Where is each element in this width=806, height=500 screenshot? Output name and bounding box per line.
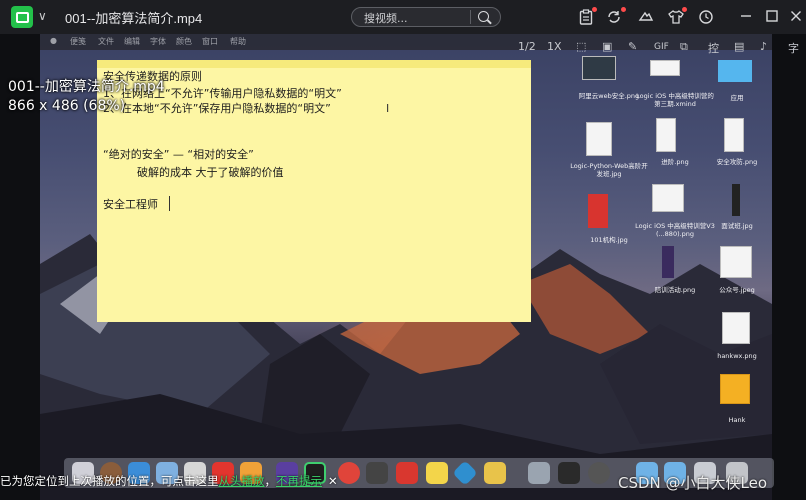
dock-app-icon[interactable]	[366, 462, 388, 484]
menu-color: 颜色	[176, 37, 192, 46]
watermark: CSDN @小白大侠Leo	[618, 474, 768, 492]
search-icon[interactable]	[478, 11, 489, 22]
close-icon[interactable]	[788, 9, 804, 25]
search-input[interactable]: 搜视频...	[364, 10, 408, 26]
dock-terminal-icon[interactable]	[558, 462, 580, 484]
clock-icon[interactable]	[698, 9, 714, 25]
clipboard-icon[interactable]	[578, 9, 594, 25]
window-title: 001--加密算法简介.mp4	[65, 11, 203, 26]
dont-remind-link[interactable]: 不再提示	[276, 474, 322, 488]
note-line: 安全工程师	[103, 198, 158, 211]
ibeam-cursor-icon: I	[386, 102, 390, 115]
note-line: 2、在本地“不允许”保存用户隐私数据的“明文”	[103, 102, 331, 115]
copy-icon[interactable]: ⧉	[680, 40, 688, 54]
subtitle-button[interactable]: 字	[788, 40, 799, 56]
speed-button[interactable]: 1X	[547, 40, 562, 53]
resume-text: 已为您定位到上次播放的位置，可点击这里	[0, 474, 219, 488]
menu-edit: 编辑	[124, 37, 140, 46]
notification-dot	[592, 7, 597, 12]
minimize-icon[interactable]	[738, 9, 754, 25]
menu-app-name: 便笺	[70, 37, 86, 46]
control-button[interactable]: 控	[708, 40, 719, 56]
pip-icon[interactable]: ▣	[602, 40, 612, 53]
video-title-overlay: 001--加密算法简介.mp4	[8, 79, 165, 95]
notification-dot	[621, 7, 626, 12]
resume-notice: 已为您定位到上次播放的位置，可点击这里从头播放，不再提示 ✕	[0, 473, 338, 491]
audio-icon[interactable]: ♪	[760, 40, 767, 53]
note-line: “绝对的安全” — “相对的安全”	[103, 148, 254, 161]
skin-icon[interactable]	[638, 9, 654, 25]
search-divider	[470, 10, 471, 24]
edit-icon[interactable]: ✎	[628, 40, 637, 53]
menu-help: 帮助	[230, 37, 246, 46]
refresh-icon[interactable]	[606, 9, 622, 25]
app-logo-icon[interactable]	[11, 6, 33, 28]
maximize-icon[interactable]	[764, 9, 780, 25]
list-icon[interactable]: ▤	[734, 40, 744, 53]
dock-chrome-icon[interactable]	[338, 462, 360, 484]
dock-app-icon[interactable]	[484, 462, 506, 484]
close-notice-icon[interactable]: ✕	[328, 474, 338, 488]
tshirt-icon[interactable]	[668, 9, 684, 25]
search-box[interactable]: 搜视频...	[351, 7, 501, 27]
player-titlebar: ∨ 001--加密算法简介.mp4 搜视频...	[0, 0, 806, 34]
dock-notes-icon[interactable]	[426, 462, 448, 484]
chevron-down-icon[interactable]: ∨	[38, 9, 47, 23]
screenshot-icon[interactable]: ⬚	[576, 40, 586, 53]
video-player-window: ∨ 001--加密算法简介.mp4 搜视频... ● 便笺 文件 编辑 字体 颜…	[0, 0, 806, 500]
gif-button[interactable]: GIF	[654, 42, 669, 52]
note-line: 破解的成本 大于了破解的价值	[137, 166, 284, 179]
dock-app-icon[interactable]	[588, 462, 610, 484]
menu-font: 字体	[150, 37, 166, 46]
resume-separator: ，	[264, 474, 277, 488]
menu-window: 窗口	[202, 37, 218, 46]
dock-app-icon[interactable]	[528, 462, 550, 484]
sticky-note[interactable]: 安全传递数据的原则 1、在网络上“不允许”传输用户隐私数据的“明文” 2、在本地…	[97, 60, 531, 322]
text-cursor	[169, 196, 170, 211]
playlist-index[interactable]: 1/2	[518, 40, 536, 53]
video-canvas[interactable]: ● 便笺 文件 编辑 字体 颜色 窗口 帮助 安全传递数据的原则 1、在网络上“…	[40, 34, 772, 500]
notification-dot	[682, 7, 687, 12]
video-size-overlay: 866 x 486 (68%)	[8, 98, 126, 114]
play-from-start-link[interactable]: 从头播放	[219, 474, 265, 488]
apple-logo-icon: ●	[50, 36, 57, 45]
dock-app-icon[interactable]	[396, 462, 418, 484]
menu-file: 文件	[98, 37, 114, 46]
